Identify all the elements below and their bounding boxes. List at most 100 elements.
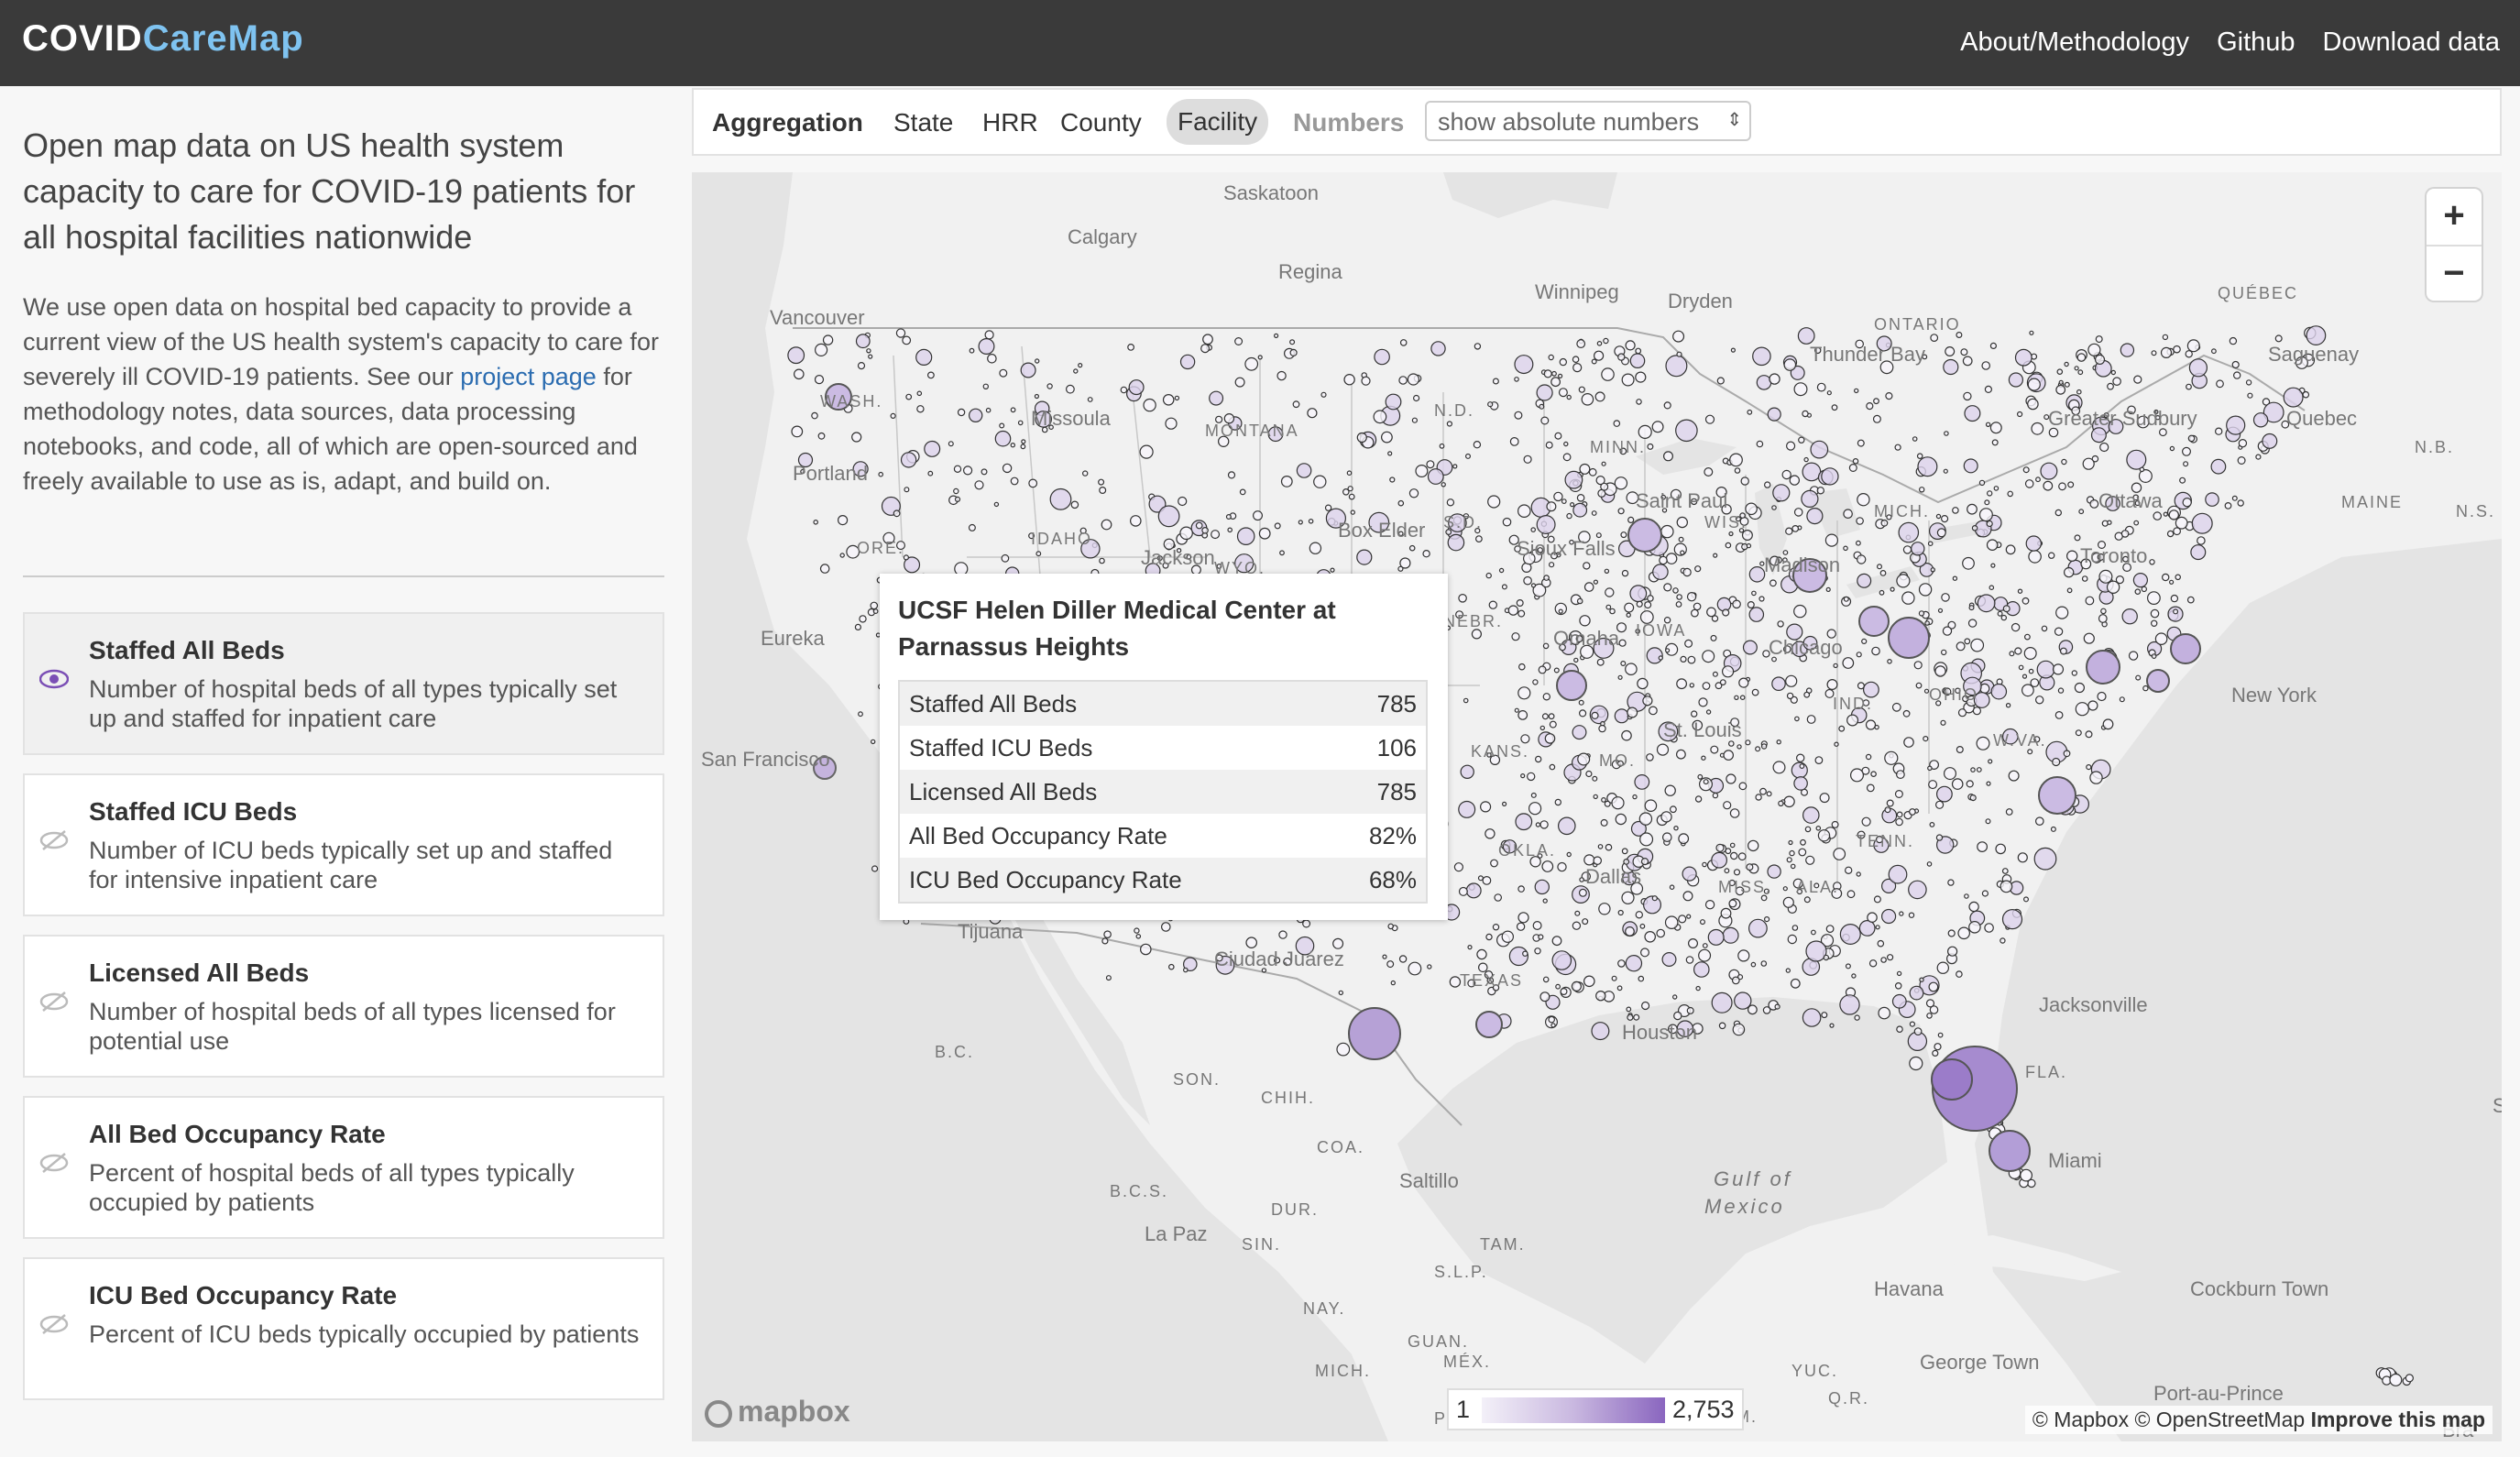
- facility-marker[interactable]: [1308, 518, 1314, 524]
- facility-marker[interactable]: [1234, 377, 1245, 388]
- facility-marker[interactable]: [2027, 749, 2033, 755]
- facility-marker[interactable]: [1585, 770, 1593, 778]
- facility-marker[interactable]: [1819, 793, 1830, 804]
- facility-marker[interactable]: [2150, 619, 2158, 627]
- facility-marker[interactable]: [1694, 565, 1702, 573]
- facility-marker[interactable]: [1966, 780, 1974, 788]
- facility-marker[interactable]: [1520, 772, 1526, 779]
- facility-marker[interactable]: [1816, 487, 1825, 495]
- facility-marker[interactable]: [1766, 791, 1772, 797]
- facility-marker[interactable]: [1747, 409, 1753, 415]
- facility-marker[interactable]: [1826, 678, 1838, 690]
- facility-marker[interactable]: [1227, 471, 1236, 479]
- facility-marker[interactable]: [1843, 596, 1849, 602]
- facility-marker[interactable]: [1894, 981, 1902, 990]
- facility-marker[interactable]: [1839, 994, 1860, 1015]
- facility-marker[interactable]: [1028, 478, 1038, 488]
- facility-marker[interactable]: [2021, 684, 2034, 697]
- facility-marker[interactable]: [1458, 886, 1468, 896]
- facility-marker[interactable]: [1685, 956, 1694, 964]
- facility-marker[interactable]: [2154, 632, 2168, 645]
- facility-marker[interactable]: [1687, 937, 1698, 948]
- facility-marker[interactable]: [902, 335, 912, 345]
- facility-marker[interactable]: [1918, 610, 1925, 617]
- facility-marker[interactable]: [2021, 674, 2028, 679]
- facility-marker[interactable]: [2186, 596, 2195, 604]
- facility-marker[interactable]: [978, 338, 995, 356]
- facility-marker[interactable]: [1774, 1003, 1780, 1010]
- facility-marker[interactable]: [1857, 682, 1865, 690]
- facility-marker[interactable]: [1576, 597, 1583, 605]
- facility-marker[interactable]: [1730, 347, 1737, 353]
- facility-marker[interactable]: [1899, 911, 1904, 916]
- facility-marker[interactable]: [2128, 651, 2139, 661]
- facility-marker[interactable]: [813, 519, 819, 525]
- facility-marker[interactable]: [1616, 985, 1623, 991]
- facility-marker[interactable]: [1755, 746, 1761, 752]
- facility-marker[interactable]: [1843, 509, 1853, 519]
- facility-marker[interactable]: [2170, 633, 2201, 664]
- facility-marker[interactable]: [1621, 891, 1635, 904]
- facility-marker[interactable]: [2001, 908, 2023, 930]
- facility-marker[interactable]: [1814, 756, 1824, 764]
- facility-marker[interactable]: [1676, 594, 1682, 600]
- facility-marker[interactable]: [1374, 348, 1390, 366]
- facility-marker[interactable]: [1225, 514, 1232, 520]
- facility-marker[interactable]: [1621, 848, 1628, 855]
- facility-marker[interactable]: [1928, 981, 1939, 992]
- facility-marker[interactable]: [2076, 389, 2082, 395]
- facility-marker[interactable]: [1969, 794, 1977, 802]
- facility-marker[interactable]: [1530, 792, 1537, 798]
- facility-marker[interactable]: [1729, 842, 1736, 849]
- facility-marker[interactable]: [1551, 936, 1562, 947]
- facility-marker[interactable]: [1925, 999, 1935, 1008]
- attribution-text[interactable]: © Mapbox © OpenStreetMap: [2032, 1408, 2305, 1431]
- facility-marker[interactable]: [1857, 439, 1865, 447]
- facility-marker[interactable]: [1621, 569, 1629, 577]
- facility-marker[interactable]: [1458, 593, 1467, 603]
- facility-marker[interactable]: [1517, 609, 1526, 618]
- facility-marker[interactable]: [1793, 776, 1808, 791]
- facility-marker[interactable]: [1541, 713, 1549, 720]
- facility-marker[interactable]: [1598, 903, 1611, 915]
- facility-marker[interactable]: [1636, 600, 1643, 608]
- facility-marker[interactable]: [1644, 601, 1652, 609]
- facility-marker[interactable]: [1601, 367, 1615, 381]
- facility-marker[interactable]: [1557, 373, 1563, 378]
- facility-marker[interactable]: [1566, 851, 1572, 858]
- facility-marker[interactable]: [1782, 886, 1788, 892]
- facility-marker[interactable]: [1627, 516, 1635, 523]
- facility-marker[interactable]: [1721, 665, 1735, 678]
- facility-marker[interactable]: [2054, 711, 2064, 719]
- facility-marker[interactable]: [1562, 453, 1572, 462]
- facility-marker[interactable]: [1101, 937, 1109, 945]
- facility-marker[interactable]: [1557, 816, 1576, 836]
- facility-marker[interactable]: [1682, 891, 1693, 902]
- facility-marker[interactable]: [839, 553, 845, 558]
- facility-marker[interactable]: [1560, 987, 1568, 995]
- facility-marker[interactable]: [1896, 574, 1911, 588]
- facility-marker[interactable]: [1639, 923, 1646, 929]
- facility-marker[interactable]: [1010, 407, 1016, 413]
- facility-marker[interactable]: [2005, 544, 2016, 555]
- facility-marker[interactable]: [2036, 660, 2055, 679]
- facility-marker[interactable]: [1563, 441, 1569, 447]
- facility-marker[interactable]: [1386, 960, 1395, 969]
- facility-marker[interactable]: [1544, 733, 1556, 744]
- facility-marker[interactable]: [1783, 358, 1797, 371]
- facility-marker[interactable]: [1656, 928, 1665, 938]
- facility-marker[interactable]: [1912, 436, 1918, 442]
- facility-marker[interactable]: [1528, 802, 1542, 816]
- facility-marker[interactable]: [2168, 579, 2175, 585]
- facility-marker[interactable]: [1638, 424, 1652, 439]
- facility-marker[interactable]: [1600, 818, 1608, 827]
- facility-marker[interactable]: [2041, 625, 2048, 632]
- facility-marker[interactable]: [1618, 639, 1627, 647]
- facility-marker[interactable]: [1945, 346, 1956, 357]
- facility-marker[interactable]: [1716, 377, 1725, 385]
- facility-marker[interactable]: [1554, 798, 1562, 806]
- facility-marker[interactable]: [1543, 369, 1552, 378]
- facility-marker[interactable]: [1350, 509, 1356, 515]
- facility-marker[interactable]: [1831, 820, 1839, 828]
- facility-marker[interactable]: [1963, 458, 1978, 474]
